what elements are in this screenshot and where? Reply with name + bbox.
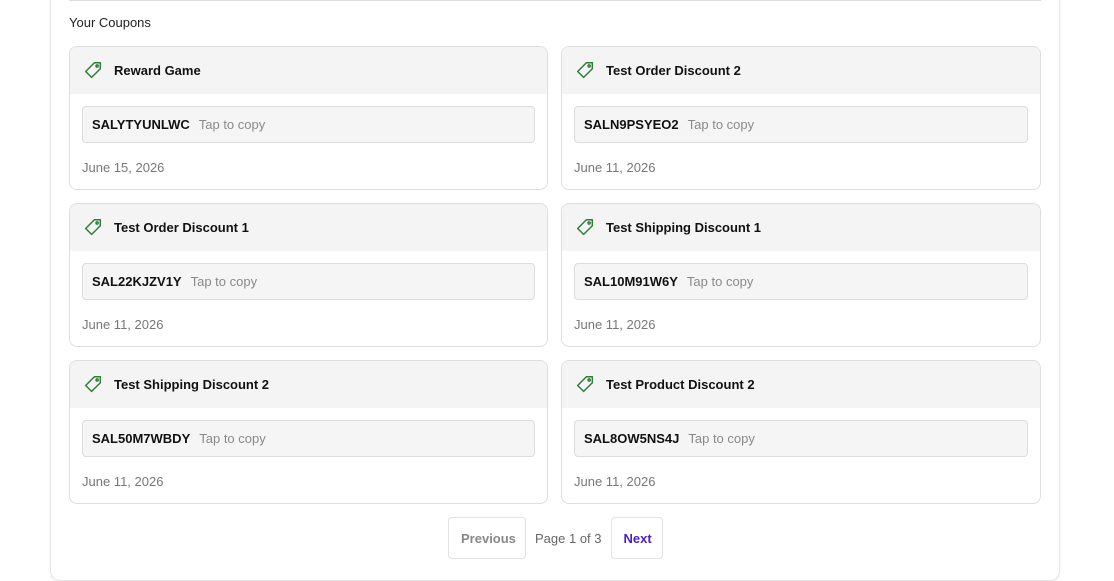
coupon-date: June 11, 2026 [574,317,656,332]
coupon-code-copy[interactable]: SALN9PSYEO2 Tap to copy [574,106,1028,143]
page-indicator: Page 1 of 3 [535,530,602,546]
coupon-code: SAL22KJZV1Y [92,274,182,289]
coupon-code-copy[interactable]: SAL50M7WBDY Tap to copy [82,420,535,457]
coupon-title: Test Shipping Discount 2 [114,377,270,392]
coupon-card: Test Shipping Discount 2 SAL50M7WBDY Tap… [69,360,548,504]
coupon-header: Test Product Discount 2 [562,361,1040,408]
copy-hint: Tap to copy [190,274,258,289]
coupon-header: Test Shipping Discount 1 [562,204,1040,251]
copy-hint: Tap to copy [688,431,755,446]
section-title: Your Coupons [69,15,151,30]
coupon-card: Test Product Discount 2 SAL8OW5NS4J Tap … [561,360,1041,504]
coupon-card: Test Order Discount 1 SAL22KJZV1Y Tap to… [69,203,548,347]
previous-button[interactable]: Previous [448,517,526,559]
coupon-card: Test Order Discount 2 SALN9PSYEO2 Tap to… [561,46,1041,190]
coupon-title: Test Shipping Discount 1 [606,220,762,235]
tag-icon [82,60,104,82]
coupon-code-copy[interactable]: SAL22KJZV1Y Tap to copy [82,263,535,300]
divider [69,0,1041,1]
coupon-header: Test Order Discount 2 [562,47,1040,94]
copy-hint: Tap to copy [199,431,266,446]
coupon-title: Test Order Discount 1 [114,220,249,235]
coupon-date: June 15, 2026 [82,160,165,175]
coupon-grid: Reward Game SALYTYUNLWC Tap to copy June… [69,46,1041,504]
coupon-code-copy[interactable]: SALYTYUNLWC Tap to copy [82,106,535,143]
coupon-code: SAL8OW5NS4J [584,431,680,446]
coupon-header: Test Order Discount 1 [70,204,547,251]
copy-hint: Tap to copy [686,274,754,289]
coupon-code: SALYTYUNLWC [92,117,190,132]
pagination: Previous Page 1 of 3 Next [448,517,663,559]
tag-icon [82,374,104,396]
tag-icon [574,217,596,239]
coupon-code: SAL10M91W6Y [584,274,678,289]
coupon-title: Reward Game [114,63,201,78]
coupon-code-copy[interactable]: SAL10M91W6Y Tap to copy [574,263,1028,300]
coupon-title: Test Product Discount 2 [606,377,755,392]
tag-icon [82,217,104,239]
copy-hint: Tap to copy [198,117,266,132]
coupon-date: June 11, 2026 [82,317,164,332]
coupon-header: Reward Game [70,47,547,94]
coupon-code-copy[interactable]: SAL8OW5NS4J Tap to copy [574,420,1028,457]
coupon-title: Test Order Discount 2 [606,63,741,78]
tag-icon [574,60,596,82]
coupon-code: SAL50M7WBDY [92,431,191,446]
coupon-code: SALN9PSYEO2 [584,117,679,132]
coupon-date: June 11, 2026 [574,474,656,489]
tag-icon [574,374,596,396]
coupon-date: June 11, 2026 [82,474,164,489]
coupon-card: Test Shipping Discount 1 SAL10M91W6Y Tap… [561,203,1041,347]
next-button[interactable]: Next [610,517,663,559]
coupon-header: Test Shipping Discount 2 [70,361,547,408]
coupon-date: June 11, 2026 [574,160,656,175]
copy-hint: Tap to copy [687,117,755,132]
coupon-card: Reward Game SALYTYUNLWC Tap to copy June… [69,46,548,190]
